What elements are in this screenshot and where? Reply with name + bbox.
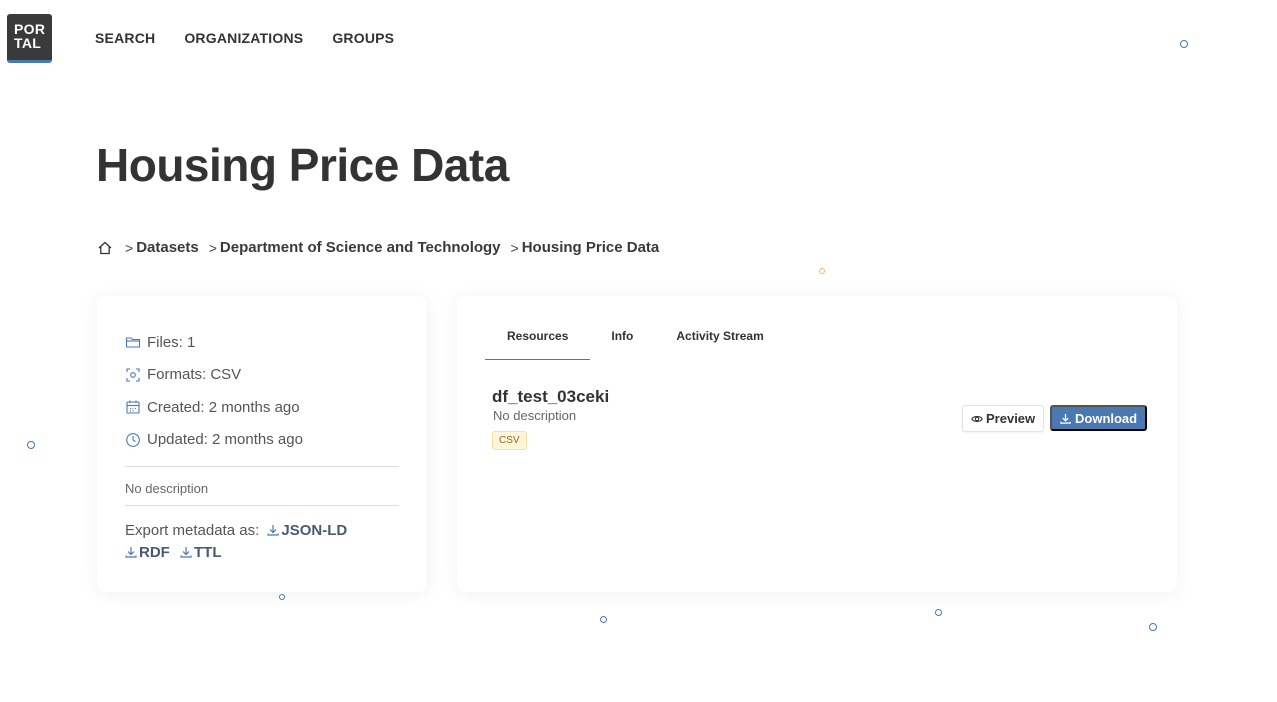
export-label: Export metadata as: bbox=[125, 522, 260, 539]
download-icon bbox=[180, 547, 192, 558]
eye-icon bbox=[971, 415, 983, 422]
tab-info[interactable]: Info bbox=[590, 324, 654, 360]
formats-list: Formats: CSV bbox=[147, 366, 242, 384]
breadcrumb-organization[interactable]: Department of Science and Technology bbox=[220, 239, 501, 256]
dataset-description: No description bbox=[125, 481, 209, 496]
created-row: Created: 2 months ago bbox=[125, 391, 399, 424]
nav-groups[interactable]: GROUPS bbox=[332, 30, 394, 46]
preview-button[interactable]: Preview bbox=[962, 405, 1045, 432]
breadcrumb-separator: > bbox=[125, 239, 134, 256]
decorative-dot bbox=[600, 616, 607, 623]
nav-organizations[interactable]: ORGANIZATIONS bbox=[184, 30, 303, 46]
folder-icon bbox=[125, 337, 141, 348]
download-button[interactable]: Download bbox=[1050, 405, 1148, 431]
files-row: Files: 1 bbox=[125, 326, 399, 359]
breadcrumb: > Datasets > Department of Science and T… bbox=[97, 239, 665, 256]
logo-line-2: TAL bbox=[14, 35, 42, 51]
nav-search[interactable]: SEARCH bbox=[95, 30, 155, 46]
resource-name[interactable]: df_test_03ceki bbox=[492, 387, 609, 407]
breadcrumb-datasets[interactable]: Datasets bbox=[136, 239, 199, 256]
breadcrumb-current: Housing Price Data bbox=[521, 239, 660, 256]
main-nav: SEARCH ORGANIZATIONS GROUPS bbox=[95, 30, 423, 46]
download-icon bbox=[1060, 413, 1071, 424]
format-scan-icon bbox=[126, 368, 140, 382]
export-metadata: Export metadata as: JSON-LD RDF TTL bbox=[125, 520, 399, 564]
decorative-dot bbox=[1180, 40, 1188, 48]
calendar-icon bbox=[126, 400, 140, 414]
resources-card: Resources Info Activity Stream df_test_0… bbox=[457, 296, 1177, 592]
dataset-summary-card: Files: 1 Formats: CSV Created: 2 months … bbox=[97, 296, 427, 592]
download-icon bbox=[125, 547, 137, 558]
tab-bar: Resources Info Activity Stream bbox=[485, 324, 786, 360]
updated-date: Updated: 2 months ago bbox=[147, 431, 303, 449]
decorative-dot bbox=[935, 609, 942, 616]
page-title: Housing Price Data bbox=[96, 139, 509, 191]
decorative-dot bbox=[27, 441, 35, 449]
preview-label: Preview bbox=[986, 411, 1036, 426]
decorative-dot bbox=[279, 594, 285, 600]
divider bbox=[125, 466, 399, 467]
divider bbox=[125, 505, 399, 506]
format-badge: CSV bbox=[492, 431, 527, 450]
updated-row: Updated: 2 months ago bbox=[125, 424, 399, 457]
logo-line-1: POR bbox=[14, 21, 46, 37]
download-label: Download bbox=[1075, 410, 1138, 426]
created-date: Created: 2 months ago bbox=[147, 398, 300, 416]
breadcrumb-separator: > bbox=[208, 239, 217, 256]
export-rdf-link[interactable]: RDF bbox=[125, 544, 170, 561]
portal-logo[interactable]: POR TAL bbox=[7, 14, 52, 63]
home-icon[interactable] bbox=[97, 240, 113, 256]
download-icon bbox=[267, 525, 280, 536]
decorative-dot bbox=[819, 268, 825, 274]
export-jsonld-link[interactable]: JSON-LD bbox=[267, 522, 347, 539]
formats-row: Formats: CSV bbox=[125, 359, 399, 392]
breadcrumb-separator: > bbox=[510, 239, 519, 256]
clock-icon bbox=[126, 432, 140, 447]
export-ttl-link[interactable]: TTL bbox=[180, 544, 222, 561]
decorative-dot bbox=[1149, 623, 1157, 631]
resource-description: No description bbox=[493, 408, 577, 423]
tab-resources[interactable]: Resources bbox=[485, 324, 591, 360]
files-count: Files: 1 bbox=[147, 333, 196, 351]
tab-activity-stream[interactable]: Activity Stream bbox=[654, 324, 785, 360]
